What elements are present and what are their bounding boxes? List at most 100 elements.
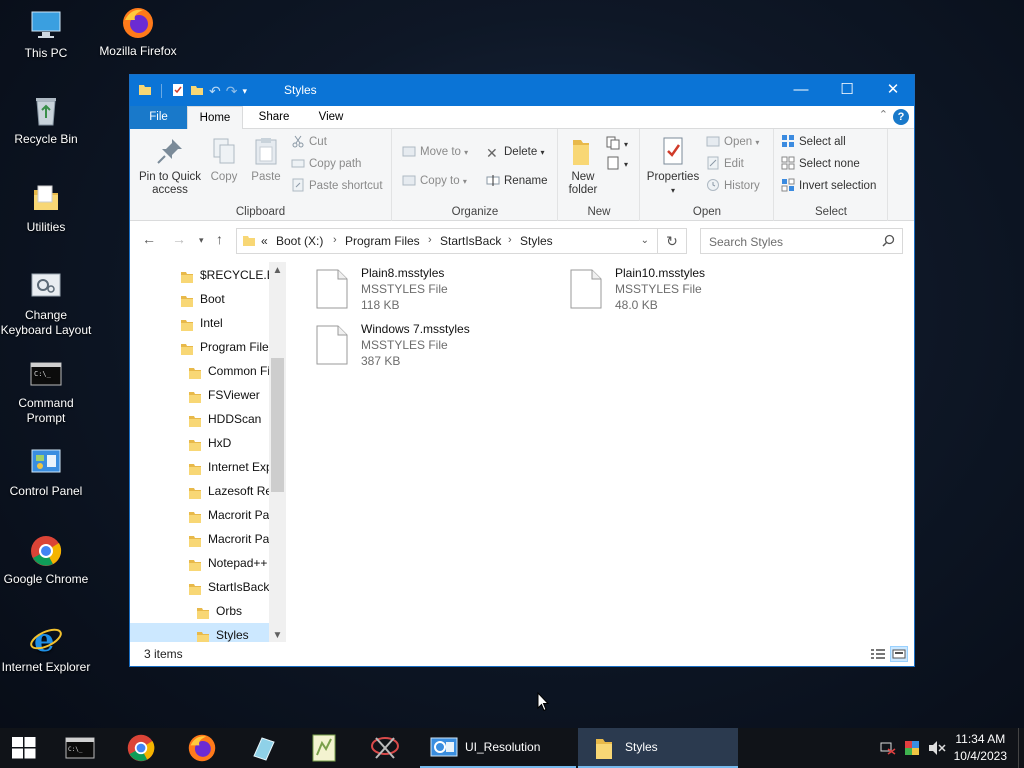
breadcrumb-item[interactable]: Program Files [345, 234, 420, 248]
details-view-icon[interactable] [870, 647, 886, 664]
taskbar-app[interactable] [242, 728, 286, 768]
paste-button[interactable]: Paste [246, 135, 286, 184]
nav-tree-item[interactable]: Lazesoft Recovery [130, 479, 270, 503]
copy-to-button[interactable]: Copy to ▾ [402, 172, 467, 191]
desktop-icon-recycle-bin[interactable]: Recycle Bin [0, 94, 92, 147]
properties-button[interactable]: Properties ▾ [644, 135, 702, 197]
desktop-icon-internet-explorer[interactable]: e Internet Explorer [0, 621, 92, 675]
minimize-button[interactable]: ― [778, 75, 824, 106]
properties-qat-icon[interactable] [171, 83, 185, 100]
tab-view[interactable]: View [302, 106, 360, 129]
scrollbar-thumb[interactable] [271, 358, 284, 492]
nav-tree-item[interactable]: Macrorit Partition [130, 503, 270, 527]
breadcrumb-separator-icon[interactable]: › [333, 234, 337, 246]
desktop-icon-change-keyboard-layout[interactable]: Change Keyboard Layout [0, 270, 92, 338]
start-button[interactable] [0, 728, 48, 768]
file-item[interactable]: Plain8.msstyles MSSTYLES File 118 KB [296, 262, 536, 312]
desktop-icon-firefox[interactable]: Mozilla Firefox [92, 6, 184, 59]
copy-path-button[interactable]: Copy path [291, 155, 361, 174]
collapse-ribbon-icon[interactable]: ⌃ [879, 108, 888, 121]
taskbar-chrome[interactable] [120, 728, 164, 768]
nav-tree-item[interactable]: HxD [130, 431, 270, 455]
desktop-icon-google-chrome[interactable]: Google Chrome [0, 534, 92, 587]
select-all-button[interactable]: Select all [781, 133, 846, 152]
desktop-icon-this-pc[interactable]: This PC [0, 8, 92, 61]
new-folder-button[interactable]: New folder [562, 135, 604, 197]
nav-tree-item[interactable]: Notepad++ [130, 551, 270, 575]
taskbar-command-prompt[interactable]: C:\_ [58, 728, 102, 768]
nav-tree-item[interactable]: Internet Explorer [130, 455, 270, 479]
taskbar-notepad-plus-plus[interactable] [302, 728, 346, 768]
nav-tree-item[interactable]: Intel [130, 311, 270, 335]
invert-selection-button[interactable]: Invert selection [781, 177, 876, 196]
taskbar-ui-resolution[interactable]: UI_Resolution [420, 728, 576, 768]
breadcrumb-item[interactable]: Styles [520, 234, 553, 248]
pin-to-quick-access-button[interactable]: Pin to Quick access [136, 135, 204, 197]
taskbar-explorer-styles[interactable]: Styles [578, 728, 738, 768]
breadcrumb-separator-icon[interactable]: › [508, 234, 512, 246]
easy-access-button[interactable]: ▾ [606, 155, 628, 174]
desktop-icon-command-prompt[interactable]: C:\_ Command Prompt [0, 358, 92, 426]
nav-tree-item[interactable]: Styles [130, 623, 270, 644]
forward-button[interactable]: → [172, 231, 186, 247]
nav-tree-item[interactable]: Program Files [130, 335, 270, 359]
scroll-up-icon[interactable]: ▲ [269, 262, 286, 279]
taskbar-firefox[interactable] [180, 728, 224, 768]
taskbar-snipping-tool[interactable] [364, 728, 408, 768]
nav-tree-item[interactable]: Orbs [130, 599, 270, 623]
undo-icon[interactable]: ↶ [209, 83, 221, 100]
cut-button[interactable]: Cut [291, 133, 327, 152]
explorer-window: ↶ ↷ ▾ Styles ― ☐ ✕ File Home Share View … [129, 74, 915, 667]
nav-tree-item[interactable]: Boot [130, 287, 270, 311]
edit-button[interactable]: Edit [706, 155, 744, 174]
title-bar[interactable]: ↶ ↷ ▾ Styles ― ☐ ✕ [130, 75, 914, 106]
nav-tree-item[interactable]: $RECYCLE.BIN [130, 263, 270, 287]
navigation-pane[interactable]: $RECYCLE.BIN Boot Intel Program Files Common… [130, 262, 286, 644]
breadcrumb-item[interactable]: StartIsBack [440, 234, 501, 248]
tab-share[interactable]: Share [248, 106, 300, 129]
new-folder-qat-icon[interactable] [190, 83, 204, 100]
color-tray-icon[interactable] [904, 740, 920, 759]
refresh-button[interactable]: ↻ [658, 228, 687, 254]
move-to-button[interactable]: Move to ▾ [402, 143, 468, 162]
new-item-button[interactable]: ▾ [606, 135, 628, 154]
search-field[interactable]: Search Styles [700, 228, 903, 254]
nav-tree-item[interactable]: FSViewer [130, 383, 270, 407]
address-dropdown-icon[interactable]: ⌄ [641, 235, 649, 246]
nav-tree-item[interactable]: Macrorit Partition [130, 527, 270, 551]
file-item[interactable]: Plain10.msstyles MSSTYLES File 48.0 KB [550, 262, 790, 312]
clock[interactable]: 11:34 AM 10/4/2023 [954, 731, 1007, 765]
nav-pane-scrollbar[interactable]: ▲ ▼ [269, 262, 286, 644]
volume-muted-icon[interactable] [928, 740, 946, 759]
nav-tree-item[interactable]: Common Files [130, 359, 270, 383]
up-button[interactable]: ↑ [216, 231, 223, 247]
tab-home[interactable]: Home [187, 106, 243, 130]
back-button[interactable]: ← [142, 231, 156, 247]
nav-tree-item[interactable]: StartIsBack [130, 575, 270, 599]
desktop-icon-utilities[interactable]: Utilities [0, 182, 92, 235]
delete-button[interactable]: ✕ Delete ▾ [486, 143, 544, 162]
breadcrumb-item[interactable]: Boot (X:) [276, 234, 323, 248]
maximize-button[interactable]: ☐ [824, 75, 870, 106]
select-none-button[interactable]: Select none [781, 155, 860, 174]
recent-locations-button[interactable]: ▾ [199, 235, 204, 246]
copy-button[interactable]: Copy [206, 135, 242, 184]
history-button[interactable]: History [706, 177, 760, 196]
address-bar[interactable]: « Boot (X:) › Program Files › StartIsBac… [236, 228, 658, 254]
rename-button[interactable]: Rename [486, 172, 547, 191]
desktop-icon-control-panel[interactable]: Control Panel [0, 446, 92, 499]
redo-icon[interactable]: ↷ [226, 83, 238, 100]
open-button[interactable]: Open ▾ [706, 133, 759, 152]
breadcrumb-overflow[interactable]: « [261, 234, 268, 248]
help-icon[interactable]: ? [893, 109, 909, 125]
breadcrumb-separator-icon[interactable]: › [428, 234, 432, 246]
paste-shortcut-button[interactable]: Paste shortcut [291, 177, 383, 196]
file-item[interactable]: Windows 7.msstyles MSSTYLES File 387 KB [296, 318, 536, 368]
show-desktop-button[interactable] [1018, 728, 1024, 768]
tiles-view-icon[interactable] [890, 646, 908, 662]
network-icon[interactable] [880, 741, 896, 758]
close-button[interactable]: ✕ [870, 75, 916, 106]
nav-tree-item[interactable]: HDDScan [130, 407, 270, 431]
tab-file[interactable]: File [130, 106, 187, 129]
customize-qat-icon[interactable]: ▾ [242, 86, 247, 97]
